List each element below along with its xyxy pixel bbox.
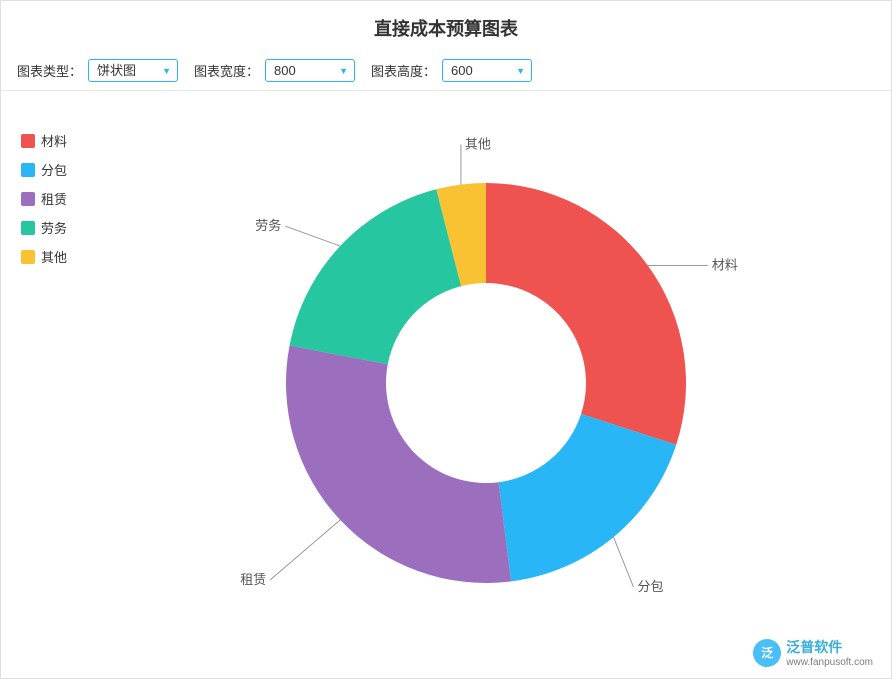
legend-color-box [21,192,35,206]
donut-segment [499,414,677,582]
watermark: 泛 泛普软件 www.fanpusoft.com [753,637,873,668]
chart-height-select-wrapper: 400 500 600 700 800 [442,59,532,82]
page-container: 直接成本预算图表 图表类型： 饼状图 柱状图 折线图 图表宽度： 600 700… [0,0,892,679]
label-line [270,520,340,580]
segment-label: 其他 [465,137,491,152]
donut-segment [486,183,686,445]
label-line [285,226,340,246]
legend-item: 材料 [21,131,101,150]
page-title: 直接成本预算图表 [1,1,891,51]
donut-container: 材料分包 租赁 劳务 其他 [101,101,871,665]
chart-width-label: 图表宽度： [194,61,259,80]
segment-label: 材料 [712,257,738,272]
legend-color-box [21,134,35,148]
legend-label: 劳务 [41,218,67,237]
donut-segment [290,189,462,364]
legend-label: 分包 [41,160,67,179]
chart-height-select[interactable]: 400 500 600 700 800 [442,59,532,82]
chart-type-label: 图表类型： [17,61,82,80]
watermark-website: www.fanpusoft.com [786,657,873,668]
legend-label: 材料 [41,131,67,150]
legend-color-box [21,221,35,235]
watermark-text: 泛普软件 www.fanpusoft.com [786,637,873,668]
legend-color-box [21,250,35,264]
chart-type-select[interactable]: 饼状图 柱状图 折线图 [88,59,178,82]
legend-item: 租赁 [21,189,101,208]
legend: 材料分包租赁劳务其他 [21,101,101,665]
chart-type-select-wrapper: 饼状图 柱状图 折线图 [88,59,178,82]
label-line [613,537,633,587]
segment-label: 劳务 [255,218,281,233]
chart-width-item: 图表宽度： 600 700 800 900 1000 [194,59,355,82]
chart-width-select[interactable]: 600 700 800 900 1000 [265,59,355,82]
watermark-company: 泛普软件 [786,637,873,657]
legend-item: 分包 [21,160,101,179]
chart-width-select-wrapper: 600 700 800 900 1000 [265,59,355,82]
legend-label: 租赁 [41,189,67,208]
segment-label: 租赁 [240,572,266,587]
chart-height-item: 图表高度： 400 500 600 700 800 [371,59,532,82]
watermark-logo: 泛 [753,639,781,667]
segment-label: 分包 [637,579,663,594]
watermark-logo-text: 泛 [761,644,773,661]
donut-segment [286,346,511,583]
legend-item: 其他 [21,247,101,266]
toolbar: 图表类型： 饼状图 柱状图 折线图 图表宽度： 600 700 800 900 … [1,51,891,91]
chart-area: 材料分包租赁劳务其他 材料分包租赁劳务其他 [1,91,891,675]
chart-height-label: 图表高度： [371,61,436,80]
chart-type-item: 图表类型： 饼状图 柱状图 折线图 [17,59,178,82]
legend-color-box [21,163,35,177]
donut-chart: 材料分包 租赁 劳务 其他 [206,133,766,633]
legend-item: 劳务 [21,218,101,237]
legend-label: 其他 [41,247,67,266]
